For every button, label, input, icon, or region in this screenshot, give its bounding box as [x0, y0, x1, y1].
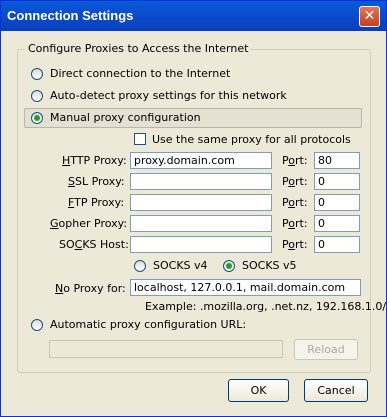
http-proxy-label: HTTP Proxy: — [62, 154, 127, 167]
manual-config-label[interactable]: Manual proxy configuration — [50, 111, 201, 124]
socks-v5-radio[interactable] — [223, 260, 235, 272]
no-proxy-label: No Proxy for: — [55, 282, 126, 295]
ok-button[interactable]: OK — [228, 379, 289, 402]
gopher-port-input[interactable] — [314, 215, 360, 232]
window-title: Connection Settings — [7, 8, 134, 23]
ftp-proxy-label: FTP Proxy: — [68, 196, 125, 209]
same-proxy-label[interactable]: Use the same proxy for all protocols — [152, 133, 351, 146]
ssl-port-label: Port: — [282, 175, 308, 188]
socks-port-input[interactable] — [314, 236, 360, 253]
close-button[interactable]: ✕ — [359, 6, 380, 27]
gopher-port-label: Port: — [282, 217, 308, 230]
http-proxy-input[interactable] — [130, 152, 272, 169]
socks-host-label: SOCKS Host: — [59, 238, 129, 251]
auto-config-url-label[interactable]: Automatic proxy configuration URL: — [50, 318, 246, 331]
group-legend: Configure Proxies to Access the Internet — [25, 42, 252, 55]
no-proxy-input[interactable] — [130, 279, 361, 296]
http-port-input[interactable] — [314, 152, 360, 169]
gopher-proxy-label: Gopher Proxy: — [50, 217, 128, 230]
connection-settings-dialog: Connection Settings ✕ Configure Proxies … — [0, 0, 387, 417]
manual-config-radio[interactable] — [31, 112, 43, 124]
socks-v4-radio[interactable] — [134, 260, 146, 272]
ssl-proxy-label: SSL Proxy: — [68, 175, 125, 188]
socks-v5-label[interactable]: SOCKS v5 — [242, 259, 297, 272]
auto-detect-radio[interactable] — [31, 90, 43, 102]
close-icon: ✕ — [363, 8, 376, 24]
title-bar[interactable]: Connection Settings ✕ — [1, 1, 386, 31]
ftp-port-label: Port: — [282, 196, 308, 209]
http-port-label: Port: — [282, 154, 308, 167]
direct-connection-label[interactable]: Direct connection to the Internet — [50, 67, 230, 80]
auto-config-url-radio[interactable] — [31, 319, 43, 331]
direct-connection-radio[interactable] — [31, 68, 43, 80]
ftp-port-input[interactable] — [314, 194, 360, 211]
cancel-button[interactable]: Cancel — [304, 379, 368, 402]
ssl-port-input[interactable] — [314, 173, 360, 190]
gopher-proxy-input[interactable] — [130, 215, 272, 232]
no-proxy-example: Example: .mozilla.org, .net.nz, 192.168.… — [145, 300, 387, 313]
same-proxy-checkbox[interactable] — [134, 133, 146, 145]
reload-button[interactable]: Reload — [294, 339, 358, 360]
socks-host-input[interactable] — [130, 236, 272, 253]
ssl-proxy-input[interactable] — [130, 173, 272, 190]
socks-v4-label[interactable]: SOCKS v4 — [153, 259, 208, 272]
auto-config-url-input[interactable] — [49, 340, 283, 358]
ftp-proxy-input[interactable] — [130, 194, 272, 211]
socks-port-label: Port: — [282, 238, 308, 251]
auto-detect-label[interactable]: Auto-detect proxy settings for this netw… — [50, 89, 287, 102]
